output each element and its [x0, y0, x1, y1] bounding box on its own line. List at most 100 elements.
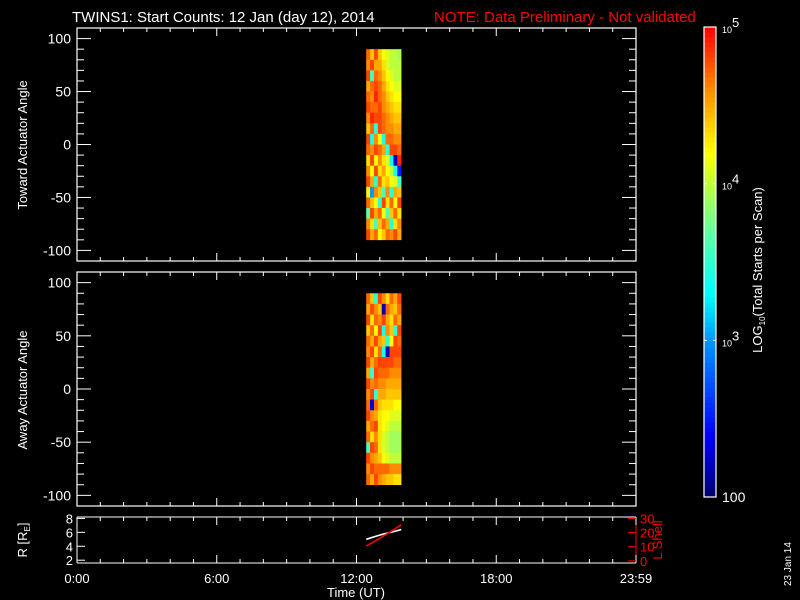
colorbar-segment [704, 137, 716, 143]
r-label-end: ] [15, 523, 30, 527]
heatmap-cell [370, 59, 375, 71]
heatmap-cell [389, 420, 394, 432]
y-tick-label: 0 [63, 381, 71, 397]
heatmap-cell [385, 303, 390, 315]
heatmap-cell [389, 431, 394, 443]
heatmap-cell [389, 367, 394, 379]
colorbar-segment [704, 192, 716, 198]
heatmap-cell [377, 410, 383, 422]
heatmap-cell [381, 293, 386, 305]
heatmap-cell [381, 70, 386, 82]
heatmap-cell [393, 367, 398, 379]
x-tick-label: 6:00 [204, 571, 229, 586]
heatmap-cell [366, 197, 371, 209]
heatmap-cell [385, 186, 390, 198]
colorbar-segment [704, 297, 716, 303]
heatmap-cell [373, 314, 379, 326]
heatmap-cell [385, 176, 390, 188]
heatmap-cell [366, 208, 371, 219]
heatmap-cell [381, 165, 386, 177]
date-stamp: 23 Jan 14 [783, 542, 794, 586]
heatmap-cell [373, 303, 379, 315]
heatmap-cell [377, 229, 383, 241]
heatmap-cell [373, 70, 379, 82]
heatmap-cell [373, 378, 379, 390]
y-tick-label: 8 [66, 511, 73, 526]
heatmap-cell [370, 378, 375, 390]
colorbar-segment [704, 332, 716, 338]
colorbar-segment [704, 102, 716, 108]
heatmap-cell [385, 463, 390, 475]
heatmap-cell [377, 431, 383, 443]
colorbar-segment [704, 472, 716, 478]
colorbar-segment [704, 422, 716, 428]
colorbar-segment [704, 87, 716, 93]
heatmap-cell [381, 452, 386, 464]
colorbar-segment [704, 457, 716, 463]
heatmap-cell [381, 420, 386, 432]
colorbar-segment [704, 182, 716, 188]
heatmap-cell [385, 378, 390, 390]
colorbar-segment [704, 347, 716, 353]
heatmap-cell [377, 293, 383, 305]
heatmap-cell [381, 91, 386, 103]
heatmap-cell [393, 442, 398, 454]
heatmap-cell [397, 80, 402, 92]
heatmap-cell [366, 123, 371, 135]
colorbar-segment [704, 392, 716, 398]
heatmap-cell [397, 165, 402, 177]
heatmap-cell [385, 442, 390, 454]
heatmap-cell [370, 112, 375, 124]
heatmap-cell [397, 367, 402, 379]
heatmap-cell [393, 378, 398, 390]
x-tick-label: 23:59 [620, 571, 653, 586]
heatmap-cell [393, 410, 398, 422]
heatmap-cell [373, 59, 379, 71]
colorbar-segment [704, 82, 716, 88]
heatmap-cell [377, 303, 383, 315]
heatmap-cell [393, 133, 398, 145]
y-tick-label: 100 [48, 275, 72, 291]
heatmap-cell [393, 59, 398, 71]
heatmap-cell [389, 165, 394, 177]
heatmap-cell [377, 102, 383, 114]
heatmap-cell [373, 49, 379, 61]
colorbar-segment [704, 257, 716, 263]
heatmap-cell [373, 367, 379, 379]
heatmap-cell [370, 293, 375, 305]
heatmap-cell [397, 229, 402, 241]
heatmap-cell [366, 357, 371, 369]
heatmap-cell [370, 208, 375, 219]
colorbar-segment [704, 447, 716, 453]
heatmap-cell [377, 357, 383, 369]
heatmap-cell [385, 49, 390, 61]
y-tick-label: 50 [55, 84, 71, 100]
lshell-ylabel: L Shell [650, 520, 665, 559]
colorbar-segment [704, 307, 716, 313]
heatmap-cell [393, 431, 398, 443]
heatmap-cell [389, 123, 394, 135]
y-tick-label: 100 [48, 31, 72, 47]
heatmap-cell [373, 229, 379, 241]
heatmap-cell [397, 91, 402, 103]
heatmap-cell [370, 431, 375, 443]
heatmap-cell [377, 399, 383, 411]
heatmap-cell [370, 463, 375, 475]
colorbar-segment [704, 207, 716, 213]
heatmap-cell [370, 420, 375, 432]
heatmap-cell [385, 102, 390, 114]
heatmap-cell [373, 474, 379, 486]
heatmap-cell [397, 218, 402, 230]
colorbar-tick-base: 100 [722, 489, 746, 505]
colorbar-segment [704, 177, 716, 183]
colorbar-segment [704, 412, 716, 418]
heatmap-cell [381, 112, 386, 124]
heatmap-cell [377, 314, 383, 326]
heatmap-cell [373, 144, 379, 156]
heatmap-cell [366, 452, 371, 464]
heatmap-cell [389, 112, 394, 124]
heatmap-cell [389, 293, 394, 305]
heatmap-cell [377, 49, 383, 61]
r-label-main: R [R [15, 531, 30, 557]
heatmap-cell [393, 176, 398, 188]
